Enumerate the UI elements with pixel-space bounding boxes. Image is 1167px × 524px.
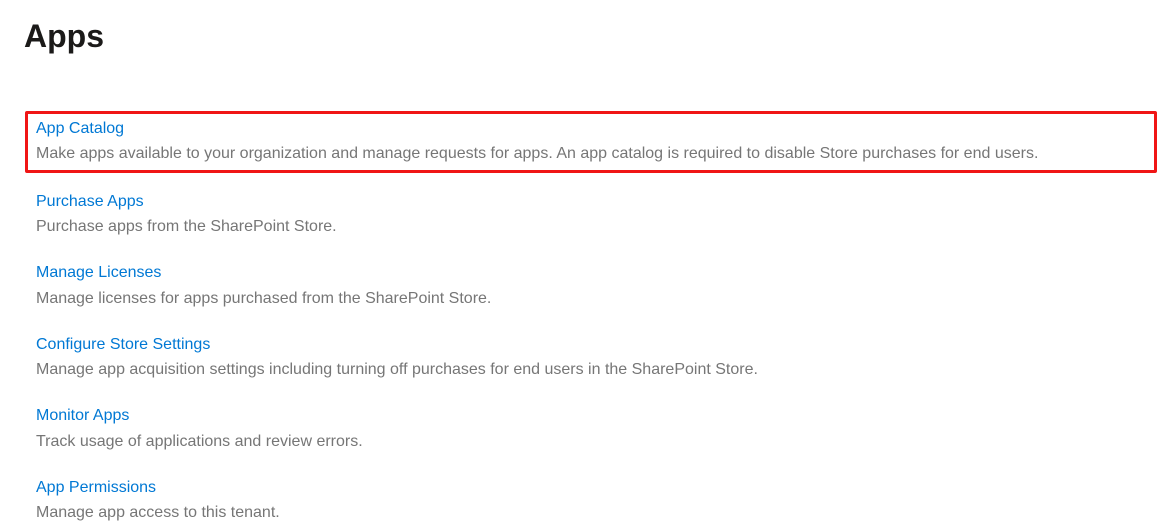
description-app-catalog: Make apps available to your organization… <box>36 142 1146 165</box>
description-monitor-apps: Track usage of applications and review e… <box>36 430 1143 453</box>
link-app-permissions[interactable]: App Permissions <box>36 477 156 499</box>
setting-item-purchase-apps: Purchase Apps Purchase apps from the Sha… <box>36 191 1143 239</box>
setting-item-monitor-apps: Monitor Apps Track usage of applications… <box>36 405 1143 453</box>
description-manage-licenses: Manage licenses for apps purchased from … <box>36 287 1143 310</box>
link-monitor-apps[interactable]: Monitor Apps <box>36 405 129 427</box>
description-app-permissions: Manage app access to this tenant. <box>36 501 1143 524</box>
link-configure-store-settings[interactable]: Configure Store Settings <box>36 334 210 356</box>
description-configure-store-settings: Manage app acquisition settings includin… <box>36 358 1143 381</box>
setting-item-app-catalog: App Catalog Make apps available to your … <box>25 111 1157 173</box>
setting-item-manage-licenses: Manage Licenses Manage licenses for apps… <box>36 262 1143 310</box>
page-title: Apps <box>24 18 1143 55</box>
setting-item-app-permissions: App Permissions Manage app access to thi… <box>36 477 1143 524</box>
apps-settings-list: App Catalog Make apps available to your … <box>24 111 1143 524</box>
link-app-catalog[interactable]: App Catalog <box>36 118 124 140</box>
link-manage-licenses[interactable]: Manage Licenses <box>36 262 161 284</box>
description-purchase-apps: Purchase apps from the SharePoint Store. <box>36 215 1143 238</box>
link-purchase-apps[interactable]: Purchase Apps <box>36 191 144 213</box>
setting-item-configure-store-settings: Configure Store Settings Manage app acqu… <box>36 334 1143 382</box>
